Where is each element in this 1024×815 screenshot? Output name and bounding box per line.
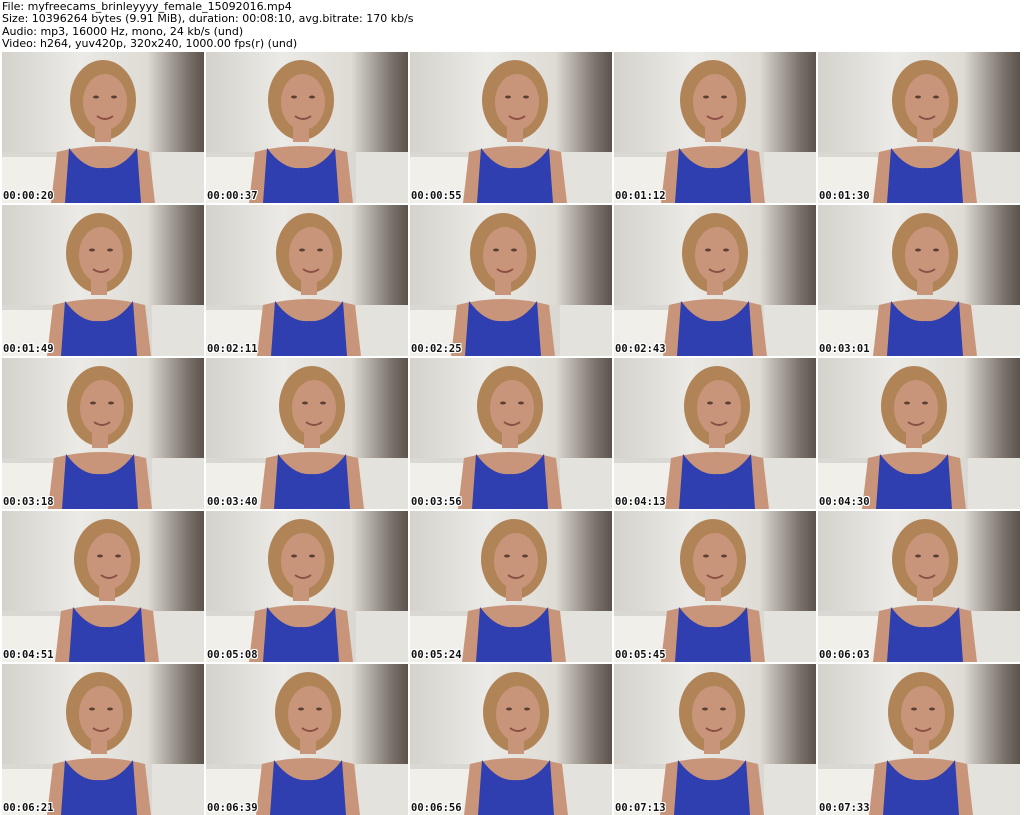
frame-image [206, 213, 408, 356]
frame-timestamp: 00:04:13 [615, 496, 666, 508]
video-frame-thumbnail[interactable]: 00:05:08 [206, 511, 408, 662]
frame-timestamp: 00:06:39 [207, 802, 258, 814]
frame-timestamp: 00:04:51 [3, 649, 54, 661]
video-frame-thumbnail[interactable]: 00:04:13 [614, 358, 816, 509]
frame-image [818, 519, 1020, 662]
frame-image [410, 60, 612, 203]
file-size-line: Size: 10396264 bytes (9.91 MiB), duratio… [2, 12, 414, 26]
frame-timestamp: 00:00:37 [207, 190, 258, 202]
video-frame-thumbnail[interactable]: 00:01:30 [818, 52, 1020, 203]
video-frame-thumbnail[interactable]: 00:02:11 [206, 205, 408, 356]
video-frame-thumbnail[interactable]: 00:05:24 [410, 511, 612, 662]
frame-image [614, 366, 816, 509]
frame-timestamp: 00:03:01 [819, 343, 870, 355]
video-frame-thumbnail[interactable]: 00:03:01 [818, 205, 1020, 356]
video-frame-thumbnail[interactable]: 00:00:37 [206, 52, 408, 203]
frame-timestamp: 00:03:56 [411, 496, 462, 508]
video-frame-thumbnail[interactable]: 00:04:51 [2, 511, 204, 662]
frame-timestamp: 00:06:03 [819, 649, 870, 661]
frame-timestamp: 00:04:30 [819, 496, 870, 508]
frame-image [410, 366, 612, 509]
video-frame-thumbnail[interactable]: 00:01:49 [2, 205, 204, 356]
frame-image [410, 519, 612, 662]
frame-image [2, 60, 204, 203]
video-frame-thumbnail[interactable]: 00:06:03 [818, 511, 1020, 662]
frame-timestamp: 00:01:49 [3, 343, 54, 355]
frame-timestamp: 00:07:33 [819, 802, 870, 814]
thumbnail-grid: 00:00:20 00:00:37 00:00:55 00:01:12 00:01:30… [2, 52, 1020, 815]
video-frame-thumbnail[interactable]: 00:05:45 [614, 511, 816, 662]
frame-timestamp: 00:02:43 [615, 343, 666, 355]
video-frame-thumbnail[interactable]: 00:00:20 [2, 52, 204, 203]
frame-image [818, 672, 1020, 815]
frame-image [614, 213, 816, 356]
frame-image [614, 60, 816, 203]
video-frame-thumbnail[interactable]: 00:01:12 [614, 52, 816, 203]
file-info-header: File: myfreecams_brinleyyyy_female_15092… [0, 0, 1024, 52]
frame-image [2, 213, 204, 356]
frame-image [818, 213, 1020, 356]
frame-image [410, 213, 612, 356]
frame-timestamp: 00:06:21 [3, 802, 54, 814]
frame-image [614, 519, 816, 662]
video-frame-thumbnail[interactable]: 00:02:25 [410, 205, 612, 356]
frame-image [818, 366, 1020, 509]
frame-image [206, 366, 408, 509]
frame-timestamp: 00:02:11 [207, 343, 258, 355]
frame-image [410, 672, 612, 815]
video-frame-thumbnail[interactable]: 00:03:40 [206, 358, 408, 509]
video-info-line: Video: h264, yuv420p, 320x240, 1000.00 f… [2, 36, 298, 50]
frame-timestamp: 00:01:12 [615, 190, 666, 202]
frame-timestamp: 00:05:24 [411, 649, 462, 661]
frame-timestamp: 00:06:56 [411, 802, 462, 814]
frame-image [2, 366, 204, 509]
video-frame-thumbnail[interactable]: 00:02:43 [614, 205, 816, 356]
frame-image [206, 519, 408, 662]
video-frame-thumbnail[interactable]: 00:07:13 [614, 664, 816, 815]
frame-timestamp: 00:07:13 [615, 802, 666, 814]
frame-timestamp: 00:00:20 [3, 190, 54, 202]
frame-image [818, 60, 1020, 203]
frame-image [206, 60, 408, 203]
frame-timestamp: 00:03:40 [207, 496, 258, 508]
frame-timestamp: 00:03:18 [3, 496, 54, 508]
frame-timestamp: 00:05:45 [615, 649, 666, 661]
frame-timestamp: 00:00:55 [411, 190, 462, 202]
video-frame-thumbnail[interactable]: 00:03:56 [410, 358, 612, 509]
frame-timestamp: 00:01:30 [819, 190, 870, 202]
video-frame-thumbnail[interactable]: 00:07:33 [818, 664, 1020, 815]
video-frame-thumbnail[interactable]: 00:04:30 [818, 358, 1020, 509]
video-frame-thumbnail[interactable]: 00:06:21 [2, 664, 204, 815]
frame-timestamp: 00:02:25 [411, 343, 462, 355]
frame-image [2, 672, 204, 815]
frame-timestamp: 00:05:08 [207, 649, 258, 661]
frame-image [2, 519, 204, 662]
video-frame-thumbnail[interactable]: 00:06:56 [410, 664, 612, 815]
video-frame-thumbnail[interactable]: 00:00:55 [410, 52, 612, 203]
video-frame-thumbnail[interactable]: 00:03:18 [2, 358, 204, 509]
video-frame-thumbnail[interactable]: 00:06:39 [206, 664, 408, 815]
frame-image [206, 672, 408, 815]
frame-image [614, 672, 816, 815]
